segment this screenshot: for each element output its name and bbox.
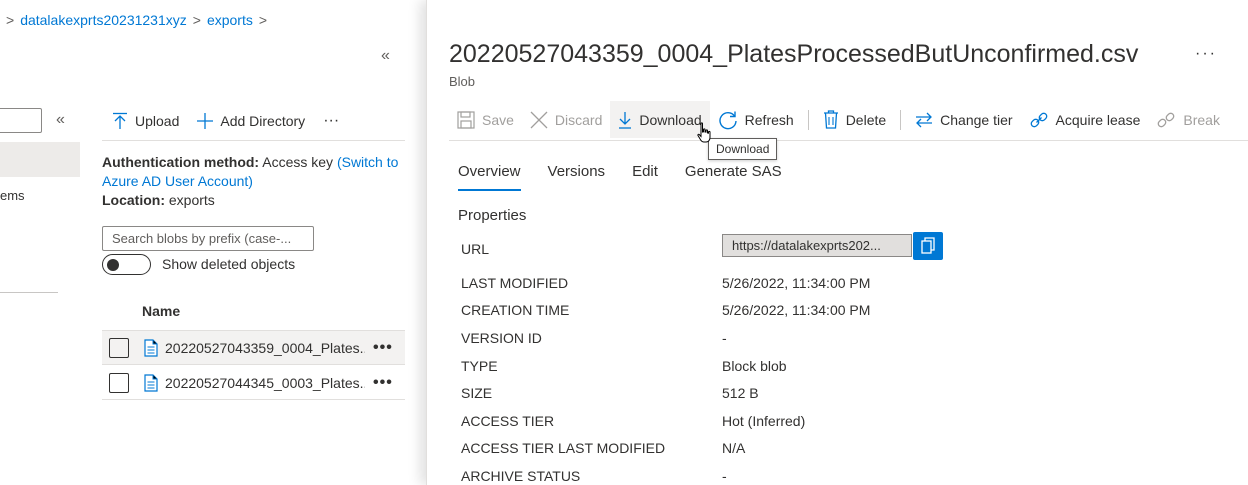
download-icon	[618, 111, 632, 129]
save-button[interactable]: Save	[449, 101, 522, 138]
toggle-knob	[107, 259, 119, 271]
add-directory-button[interactable]: Add Directory	[197, 113, 305, 129]
page-subtitle: Blob	[449, 74, 476, 89]
add-directory-label: Add Directory	[220, 113, 306, 129]
tab-edit[interactable]: Edit	[632, 163, 658, 191]
breadcrumb-separator: >	[192, 12, 201, 28]
table-row[interactable]: 20220527043359_0004_Plates... •••	[102, 331, 405, 365]
toolbar-separator	[900, 109, 902, 130]
file-name[interactable]: 20220527044345_0003_Plates...	[165, 375, 365, 391]
discard-label: Discard	[554, 111, 603, 128]
property-label: VERSION ID	[461, 330, 542, 346]
upload-button[interactable]: Upload	[112, 112, 179, 130]
property-value: -	[722, 468, 727, 484]
download-label: Download	[639, 111, 702, 128]
blob-toolbar: Save Discard Download Refresh Delete Cha…	[449, 101, 1228, 138]
discard-button[interactable]: Discard	[522, 101, 610, 138]
location-label: Location:	[102, 192, 165, 208]
link-icon	[1029, 110, 1049, 130]
property-value: 512 B	[722, 385, 759, 401]
toolbar-separator	[807, 109, 809, 130]
trash-icon	[823, 110, 839, 129]
refresh-icon	[718, 110, 738, 130]
property-value: 5/26/2022, 11:34:00 PM	[722, 302, 871, 318]
url-field[interactable]: https://datalakexprts202...	[722, 234, 912, 257]
swap-arrows-icon	[915, 111, 933, 129]
copy-icon	[921, 237, 935, 255]
copy-to-clipboard-button[interactable]	[913, 232, 943, 260]
change-tier-label: Change tier	[940, 111, 1013, 128]
panel-more-button[interactable]: ···	[1195, 45, 1217, 63]
break-lease-button[interactable]: Break	[1148, 101, 1228, 138]
left-item-label[interactable]: ems	[0, 188, 25, 203]
refresh-button[interactable]: Refresh	[710, 101, 802, 138]
breadcrumb-separator: >	[258, 12, 268, 28]
delete-label: Delete	[845, 111, 887, 128]
file-icon	[144, 338, 158, 357]
row-more-button[interactable]: •••	[373, 374, 393, 392]
close-icon	[530, 111, 548, 129]
toolbar-divider	[449, 140, 1248, 141]
property-label: LAST MODIFIED	[461, 275, 569, 291]
auth-method-value: Access key	[262, 154, 334, 170]
property-label: ACCESS TIER LAST MODIFIED	[461, 440, 666, 456]
properties-heading: Properties	[458, 207, 527, 224]
upload-icon	[112, 112, 128, 130]
page-title: 20220527043359_0004_PlatesProcessedButUn…	[449, 40, 1139, 68]
tab-generate-sas[interactable]: Generate SAS	[685, 163, 782, 191]
property-value: Block blob	[722, 358, 787, 374]
property-value: 5/26/2022, 11:34:00 PM	[722, 275, 871, 291]
property-label: SIZE	[461, 385, 493, 401]
property-label: CREATION TIME	[461, 302, 570, 318]
auth-method-label: Authentication method:	[102, 154, 260, 170]
tab-versions[interactable]: Versions	[548, 163, 606, 191]
save-label: Save	[482, 111, 514, 128]
blob-tabs: Overview Versions Edit Generate SAS	[458, 163, 782, 191]
acquire-lease-label: Acquire lease	[1055, 111, 1141, 128]
property-label: ACCESS TIER	[461, 413, 555, 429]
download-button[interactable]: Download	[610, 101, 710, 138]
row-checkbox[interactable]	[109, 372, 129, 393]
delete-button[interactable]: Delete	[815, 101, 894, 138]
change-tier-button[interactable]: Change tier	[907, 101, 1020, 138]
left-filter-input[interactable]	[0, 108, 42, 133]
row-more-button[interactable]: •••	[373, 339, 393, 357]
column-header-name[interactable]: Name	[142, 303, 180, 319]
save-icon	[457, 110, 475, 129]
property-label: ARCHIVE STATUS	[461, 468, 581, 484]
upload-label: Upload	[135, 113, 180, 129]
file-name[interactable]: 20220527043359_0004_Plates...	[165, 340, 365, 356]
left-divider	[0, 292, 58, 293]
property-value: -	[722, 330, 727, 346]
hand-cursor-icon	[696, 122, 712, 144]
breadcrumb-storage-account[interactable]: datalakexprts20231231xyz	[20, 12, 187, 28]
file-icon	[144, 373, 158, 392]
blob-search-input[interactable]: Search blobs by prefix (case-...	[102, 226, 314, 251]
auth-info: Authentication method: Access key (Switc…	[102, 153, 412, 210]
left-selected-item[interactable]	[0, 142, 80, 177]
tab-overview[interactable]: Overview	[458, 163, 521, 191]
broken-link-icon	[1156, 110, 1176, 130]
break-lease-label: Break	[1183, 111, 1220, 128]
refresh-label: Refresh	[744, 111, 794, 128]
middle-collapse-button[interactable]: «	[381, 47, 390, 65]
breadcrumb-separator: >	[6, 12, 15, 28]
property-label-url: URL	[461, 241, 490, 257]
acquire-lease-button[interactable]: Acquire lease	[1021, 101, 1149, 138]
show-deleted-label: Show deleted objects	[162, 256, 296, 272]
toolbar-divider	[102, 140, 405, 141]
property-label: TYPE	[461, 358, 498, 374]
plus-icon	[197, 113, 214, 129]
left-collapse-button[interactable]: «	[56, 111, 65, 129]
breadcrumb: > datalakexprts20231231xyz > exports >	[0, 8, 273, 32]
table-row[interactable]: 20220527044345_0003_Plates... •••	[102, 366, 405, 400]
property-value: Hot (Inferred)	[722, 413, 806, 429]
property-value: N/A	[722, 440, 746, 456]
location-value: exports	[168, 192, 215, 208]
download-tooltip: Download	[708, 138, 778, 160]
toolbar-more-button[interactable]: ···	[323, 112, 339, 130]
breadcrumb-container[interactable]: exports	[207, 12, 253, 28]
row-checkbox[interactable]	[109, 337, 129, 358]
container-toolbar: Upload Add Directory ···	[102, 108, 339, 134]
